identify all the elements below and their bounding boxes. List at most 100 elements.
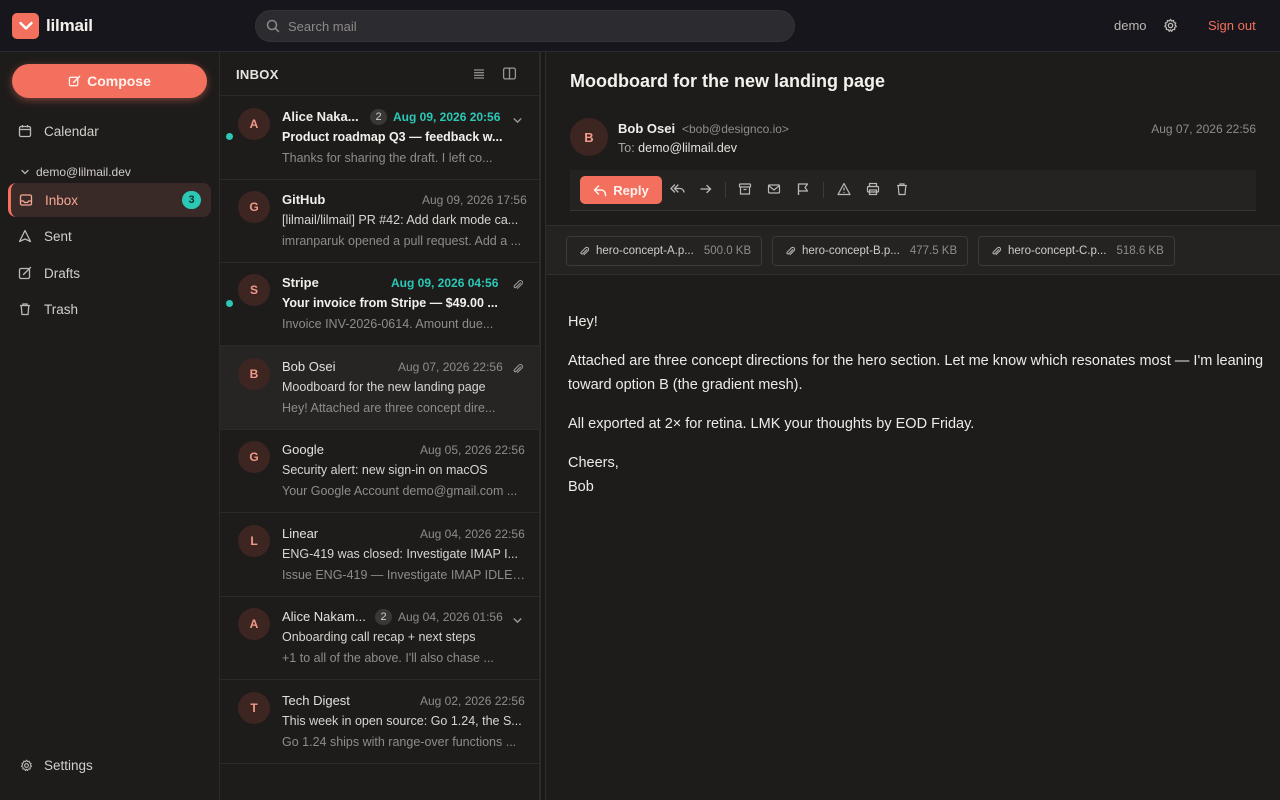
message-row[interactable]: G Google Aug 05, 2026 22:56 Security ale… (220, 429, 540, 513)
split-view-icon[interactable] (502, 66, 517, 81)
message-subject: Product roadmap Q3 — feedback w... (282, 130, 503, 144)
search-input[interactable] (288, 11, 778, 41)
sign-out-link[interactable]: Sign out (1208, 18, 1256, 33)
sidebar-item-sent[interactable]: Sent (8, 219, 211, 253)
message-preview: Issue ENG-419 — Investigate IMAP IDLE r.… (282, 568, 525, 582)
sidebar-item-label: Drafts (44, 265, 81, 281)
message-row[interactable]: G GitHub Aug 09, 2026 17:56 [lilmail/lil… (220, 179, 540, 263)
app-name[interactable]: lilmail (46, 16, 93, 36)
trash-icon (18, 302, 32, 316)
compose-button[interactable]: Compose (12, 64, 207, 98)
paperclip-icon (785, 246, 796, 257)
message-subject: Security alert: new sign-in on macOS (282, 463, 488, 477)
avatar: A (238, 108, 270, 140)
attachment-name: hero-concept-C.p... (1008, 245, 1107, 257)
message-preview: Thanks for sharing the draft. I left co.… (282, 151, 493, 165)
settings-link[interactable]: Settings (20, 758, 93, 773)
email-body: Hey! Attached are three concept directio… (568, 310, 1268, 499)
message-date: Aug 05, 2026 22:56 (420, 443, 525, 457)
print-icon[interactable] (866, 182, 880, 196)
sidebar-item-drafts[interactable]: Drafts (8, 256, 211, 290)
message-row[interactable]: A Alice Naka... 2 Aug 09, 2026 20:56 Pro… (220, 96, 540, 180)
message-row[interactable]: S Stripe Aug 09, 2026 04:56 Your invoice… (220, 262, 540, 346)
sender-name: Bob Osei (282, 359, 336, 374)
account-toggle[interactable]: demo@lilmail.dev (20, 165, 131, 179)
sidebar-item-label: Trash (44, 301, 79, 317)
message-subject: This week in open source: Go 1.24, the S… (282, 714, 522, 728)
compose-label: Compose (87, 73, 151, 89)
sender-name: Linear (282, 526, 319, 541)
user-name: demo (1114, 18, 1147, 33)
search-icon (266, 19, 280, 33)
attachment-chip[interactable]: hero-concept-A.p... 500.0 KB (566, 236, 763, 266)
paperclip-icon (512, 363, 524, 375)
reply-icon (593, 184, 607, 197)
message-subject: [lilmail/lilmail] PR #42: Add dark mode … (282, 213, 519, 227)
spam-warning-icon[interactable] (837, 182, 851, 196)
message-row[interactable]: A Alice Nakam... 2 Aug 04, 2026 01:56 On… (220, 596, 540, 680)
message-list: INBOX A Alice Naka... 2 Aug 09, 2026 20:… (220, 52, 540, 800)
account-email: demo@lilmail.dev (36, 165, 131, 179)
chevron-down-icon[interactable] (512, 115, 523, 126)
inbox-icon (19, 193, 33, 207)
message-date: Aug 04, 2026 22:56 (420, 527, 525, 541)
recipient-line: To: demo@lilmail.dev (618, 141, 737, 155)
message-preview: Hey! Attached are three concept dire... (282, 401, 496, 415)
message-subject: Onboarding call recap + next steps (282, 630, 476, 644)
avatar: B (570, 118, 608, 156)
body-line: Cheers, (568, 455, 619, 471)
body-paragraph: Hey! (568, 314, 598, 330)
archive-icon[interactable] (738, 182, 752, 196)
gear-icon (20, 759, 33, 772)
chevron-down-icon (20, 167, 30, 177)
mail-unread-icon[interactable] (767, 182, 781, 196)
attachment-name: hero-concept-A.p... (596, 245, 694, 257)
send-icon (18, 229, 32, 243)
trash-icon[interactable] (895, 182, 909, 196)
density-icon[interactable] (472, 67, 486, 81)
message-subject: Moodboard for the new landing page (282, 380, 486, 394)
list-header: INBOX (220, 52, 540, 96)
message-date: Aug 04, 2026 01:56 (398, 610, 503, 624)
sidebar: Compose Calendar demo@lilmail.dev Inbox … (0, 52, 220, 800)
body-paragraph: Attached are three concept directions fo… (568, 353, 1264, 393)
logo-icon[interactable] (12, 13, 39, 39)
email-date: Aug 07, 2026 22:56 (1151, 122, 1256, 136)
sidebar-item-trash[interactable]: Trash (8, 292, 211, 326)
attachment-size: 518.6 KB (1116, 245, 1164, 257)
calendar-icon (18, 124, 32, 138)
forward-icon[interactable] (699, 182, 713, 196)
attachment-size: 477.5 KB (909, 245, 958, 257)
flag-icon[interactable] (796, 182, 810, 196)
sidebar-item-calendar[interactable]: Calendar (8, 114, 211, 148)
unread-indicator (226, 133, 233, 140)
reply-button[interactable]: Reply (580, 176, 662, 204)
message-preview: imranparuk opened a pull request. Add a … (282, 234, 522, 248)
paperclip-icon (991, 246, 1002, 257)
reply-all-icon[interactable] (670, 182, 686, 196)
avatar: S (238, 274, 270, 306)
sender-name: Alice Naka... (282, 109, 359, 124)
attachment-chip[interactable]: hero-concept-B.p... 477.5 KB (772, 236, 969, 266)
message-preview: Your Google Account demo@gmail.com ... (282, 484, 518, 498)
edit-icon (68, 75, 81, 88)
unread-indicator (226, 300, 233, 307)
message-row[interactable]: T Tech Digest Aug 02, 2026 22:56 This we… (220, 680, 540, 764)
sidebar-item-inbox[interactable]: Inbox 3 (8, 183, 211, 217)
message-subject: ENG-419 was closed: Investigate IMAP I..… (282, 547, 518, 561)
gear-icon[interactable] (1163, 18, 1178, 33)
sidebar-item-label: Calendar (44, 123, 99, 139)
sender-name: Alice Nakam... (282, 609, 366, 624)
message-row[interactable]: L Linear Aug 04, 2026 22:56 ENG-419 was … (220, 513, 540, 597)
chevron-down-icon[interactable] (512, 615, 523, 626)
recipient-email: demo@lilmail.dev (638, 141, 738, 155)
sender-name: Stripe (282, 275, 319, 290)
from-name: Bob Osei (618, 121, 676, 136)
message-preview: Go 1.24 ships with range-over functions … (282, 735, 517, 749)
message-row[interactable]: B Bob Osei Aug 07, 2026 22:56 Moodboard … (220, 346, 540, 430)
search-box[interactable] (255, 10, 795, 42)
attachment-chip[interactable]: hero-concept-C.p... 518.6 KB (978, 236, 1175, 266)
top-bar: lilmail demo Sign out (0, 0, 1280, 52)
body-paragraph: All exported at 2× for retina. LMK your … (568, 416, 975, 432)
attachment-name: hero-concept-B.p... (802, 245, 900, 257)
